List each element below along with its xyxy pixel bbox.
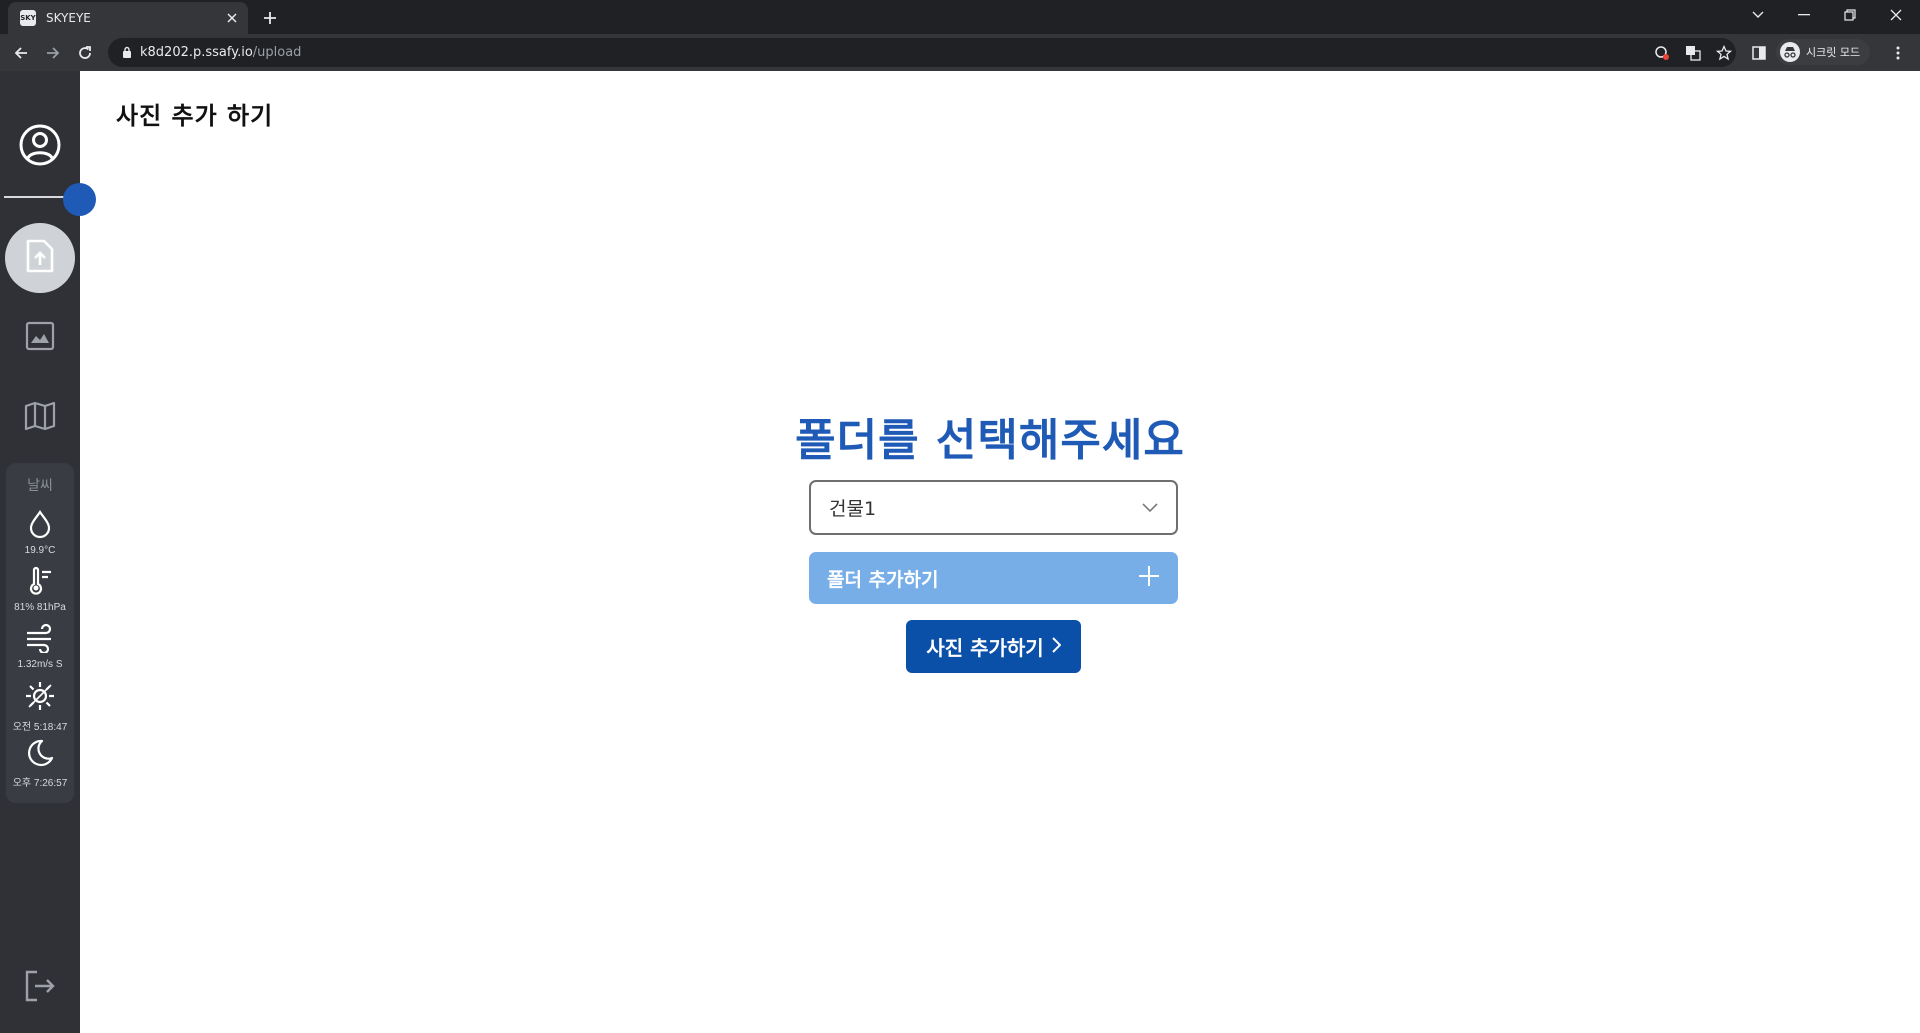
chevron-right-icon bbox=[1051, 636, 1062, 657]
user-circle-icon bbox=[18, 123, 62, 171]
logout-icon bbox=[23, 969, 57, 1007]
forward-icon[interactable] bbox=[40, 40, 66, 66]
incognito-icon bbox=[1780, 42, 1800, 62]
sun-icon bbox=[24, 680, 56, 716]
weather-value-drop: 19.9°C bbox=[24, 545, 56, 556]
reload-icon[interactable] bbox=[72, 40, 98, 66]
add-folder-button[interactable]: 폴더 추가하기 bbox=[809, 552, 1178, 604]
minimize-icon[interactable] bbox=[1782, 0, 1826, 30]
incognito-badge[interactable]: 시크릿 모드 bbox=[1776, 39, 1871, 65]
sidebar-item-profile[interactable] bbox=[5, 112, 75, 182]
translate-icon[interactable] bbox=[1684, 44, 1702, 62]
app-sidebar: 날씨 19.9°C 81% 81hPa 1.32m/s S 오전 5:18:47… bbox=[0, 71, 96, 1033]
logout-button[interactable] bbox=[20, 968, 60, 1008]
tracking-blocked-icon[interactable] bbox=[1653, 44, 1671, 62]
plus-icon bbox=[1138, 565, 1160, 591]
folder-select[interactable]: 건물1 bbox=[809, 480, 1178, 535]
tab-close-icon[interactable] bbox=[224, 10, 240, 26]
weather-humidity: 19.9°C bbox=[6, 509, 74, 556]
url-host: k8d202.p.ssafy.io bbox=[140, 45, 253, 60]
tab-search-chevron-icon[interactable] bbox=[1736, 0, 1780, 30]
side-panel-icon[interactable] bbox=[1746, 40, 1772, 66]
page-heading: 사진 추가 하기 bbox=[116, 102, 274, 130]
folder-select-title: 폴더를 선택해주세요 bbox=[795, 415, 1185, 466]
app-root: SKY SKYEYE k8d202.p.ssafy.io /upload 시크릿… bbox=[0, 0, 1920, 1033]
address-bar[interactable]: k8d202.p.ssafy.io/upload bbox=[108, 38, 1736, 67]
browser-tabstrip: SKY SKYEYE bbox=[0, 0, 1920, 34]
weather-temperature: 81% 81hPa bbox=[6, 566, 74, 613]
window-close-icon[interactable] bbox=[1874, 0, 1918, 30]
sidebar-toggle-button[interactable] bbox=[63, 183, 96, 216]
url-path: /upload bbox=[252, 45, 302, 60]
upload-file-icon bbox=[25, 238, 55, 278]
weather-title: 날씨 bbox=[27, 478, 53, 494]
tab-title: SKYEYE bbox=[46, 11, 91, 25]
favicon-icon: SKY bbox=[20, 10, 36, 26]
sidebar-item-map[interactable] bbox=[5, 383, 75, 453]
sidebar-item-upload[interactable] bbox=[5, 223, 75, 293]
weather-sunrise: 오전 5:18:47 bbox=[6, 680, 74, 733]
more-menu-icon[interactable] bbox=[1885, 40, 1911, 66]
water-drop-icon bbox=[28, 509, 52, 543]
weather-value-wind: 1.32m/s S bbox=[17, 659, 63, 670]
folder-select-value: 건물1 bbox=[829, 498, 877, 520]
moon-icon bbox=[25, 738, 55, 772]
map-icon bbox=[24, 401, 56, 435]
wind-icon bbox=[24, 623, 56, 657]
chevron-down-icon bbox=[1142, 498, 1158, 517]
weather-value-thermo: 81% 81hPa bbox=[14, 602, 66, 613]
add-photo-button[interactable]: 사진 추가하기 bbox=[906, 620, 1081, 673]
weather-value-sunrise: 오전 5:18:47 bbox=[12, 722, 68, 733]
browser-toolbar: k8d202.p.ssafy.io/upload 시크릿 모드 bbox=[0, 34, 1920, 71]
image-icon bbox=[25, 321, 55, 355]
thermometer-icon bbox=[25, 566, 55, 600]
sidebar-divider bbox=[4, 196, 64, 198]
weather-value-sunset: 오후 7:26:57 bbox=[12, 778, 68, 789]
weather-sunset: 오후 7:26:57 bbox=[6, 738, 74, 789]
sidebar-item-gallery[interactable] bbox=[5, 303, 75, 373]
add-photo-label: 사진 추가하기 bbox=[926, 636, 1044, 660]
weather-wind: 1.32m/s S bbox=[6, 623, 74, 670]
weather-panel: 날씨 19.9°C 81% 81hPa 1.32m/s S 오전 5:18:47… bbox=[6, 463, 74, 803]
back-icon[interactable] bbox=[8, 40, 34, 66]
browser-tab[interactable]: SKY SKYEYE bbox=[8, 2, 248, 34]
incognito-label: 시크릿 모드 bbox=[1806, 46, 1861, 59]
bookmark-star-icon[interactable] bbox=[1715, 44, 1733, 62]
add-folder-label: 폴더 추가하기 bbox=[827, 568, 939, 591]
new-tab-icon[interactable] bbox=[258, 6, 282, 30]
lock-icon bbox=[122, 43, 132, 62]
restore-icon[interactable] bbox=[1828, 0, 1872, 30]
